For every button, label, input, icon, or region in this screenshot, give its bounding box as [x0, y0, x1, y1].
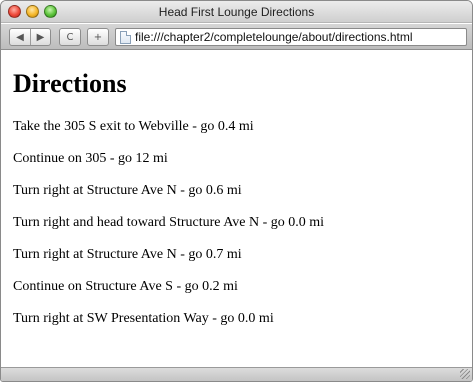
page-document-icon — [120, 30, 131, 44]
status-bar — [1, 367, 472, 381]
reload-button[interactable]: C — [59, 28, 81, 46]
resize-grip-icon[interactable] — [460, 369, 470, 379]
add-bookmark-button[interactable]: + — [87, 28, 109, 46]
direction-step: Take the 305 S exit to Webville - go 0.4… — [13, 119, 254, 134]
address-bar[interactable]: file:///chapter2/completelounge/about/di… — [115, 28, 467, 46]
direction-step: Turn right at Structure Ave N - go 0.6 m… — [13, 183, 242, 198]
page-content: Directions Take the 305 S exit to Webvil… — [1, 51, 472, 369]
back-arrow-icon: ◀ — [16, 31, 24, 43]
window-title: Head First Lounge Directions — [158, 5, 315, 19]
direction-step: Turn right at SW Presentation Way - go 0… — [13, 311, 274, 326]
forward-button[interactable]: ▶ — [30, 29, 50, 45]
back-forward-group: ◀ ▶ — [9, 28, 51, 46]
plus-icon: + — [93, 31, 103, 43]
back-button[interactable]: ◀ — [10, 29, 30, 45]
direction-step: Continue on Structure Ave S - go 0.2 mi — [13, 279, 238, 294]
page-heading: Directions — [13, 69, 127, 98]
direction-step: Turn right at Structure Ave N - go 0.7 m… — [13, 247, 242, 262]
title-bar[interactable]: Head First Lounge Directions — [1, 1, 472, 23]
browser-toolbar: ◀ ▶ C + file:///chapter2/completelounge/… — [1, 24, 472, 50]
reload-icon: C — [66, 31, 74, 43]
direction-step: Turn right and head toward Structure Ave… — [13, 215, 325, 230]
direction-step: Continue on 305 - go 12 mi — [13, 151, 168, 166]
forward-arrow-icon: ▶ — [36, 31, 45, 43]
browser-window: Head First Lounge Directions ◀ ▶ C + fil… — [0, 0, 473, 382]
address-url[interactable]: file:///chapter2/completelounge/about/di… — [135, 30, 413, 44]
